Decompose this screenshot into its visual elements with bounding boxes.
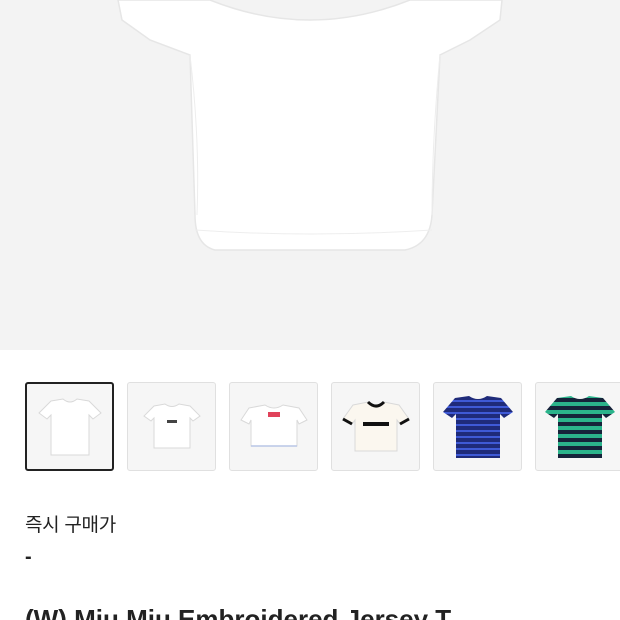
white-tshirt-icon [37,397,102,455]
white-logo-tshirt-icon [142,402,201,448]
navy-stripe-tshirt-icon [442,395,513,458]
price-value: - [25,546,32,568]
thumbnail-white-pink-logo-crop-tshirt[interactable] [229,382,318,471]
product-title: (W) Miu Miu Embroidered Jersey T [25,604,452,620]
white-pink-logo-crop-tshirt-icon [239,403,308,447]
price-label: 즉시 구매가 [25,515,116,536]
thumbnail-white-miumiu-ringer-tshirt[interactable] [331,382,420,471]
white-ringer-tshirt-icon [341,400,410,451]
thumbnail-white-tshirt[interactable] [25,382,114,471]
thumbnail-navy-stripe-tshirt[interactable] [433,382,522,471]
white-tshirt-image [117,0,503,251]
product-main-image[interactable] [0,0,620,350]
thumbnail-white-logo-tshirt[interactable] [127,382,216,471]
thumbnail-green-stripe-tshirt[interactable] [535,382,620,471]
thumbnail-list [25,382,620,472]
green-stripe-tshirt-icon [544,395,615,458]
